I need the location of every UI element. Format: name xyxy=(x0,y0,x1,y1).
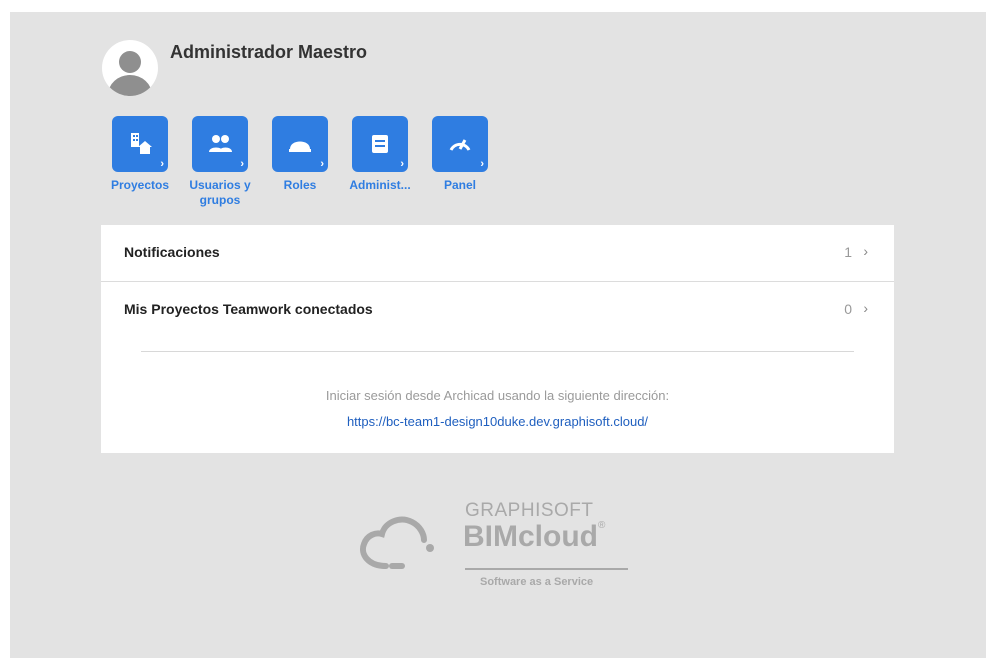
notifications-row[interactable]: Notificaciones 1 › xyxy=(101,225,894,282)
chevron-right-icon: › xyxy=(320,158,324,170)
nav-label: Panel xyxy=(443,178,476,192)
chevron-right-icon: › xyxy=(863,300,868,316)
nav-projects-tile[interactable]: › xyxy=(112,116,168,172)
nav-users-tile[interactable]: › xyxy=(192,116,248,172)
server-icon xyxy=(372,135,388,153)
row-title: Notificaciones xyxy=(124,244,220,260)
teamwork-projects-row[interactable]: Mis Proyectos Teamwork conectados 0 › xyxy=(101,282,894,338)
logo-product-name: BIMcloud xyxy=(463,520,598,553)
info-card: Notificaciones 1 › Mis Proyectos Teamwor… xyxy=(101,225,894,453)
avatar-body-shape xyxy=(108,75,152,96)
nav-roles-tile[interactable]: › xyxy=(272,116,328,172)
chevron-right-icon: › xyxy=(400,158,404,170)
nav-label: Usuarios y grupos xyxy=(189,178,251,207)
gauge-icon xyxy=(449,139,471,151)
cloud-icon xyxy=(360,516,434,569)
notifications-count: 1 xyxy=(844,244,852,260)
logo-product: BIMcloud® xyxy=(463,520,605,554)
chevron-right-icon: › xyxy=(480,158,484,170)
user-name: Administrador Maestro xyxy=(170,42,368,62)
nav-admin[interactable]: › Administ... xyxy=(340,116,420,193)
nav-admin-tile[interactable]: › xyxy=(352,116,408,172)
buildings-icon xyxy=(131,133,152,154)
users-icon xyxy=(209,135,232,152)
avatar-head-shape xyxy=(119,51,141,73)
bimcloud-logo: GRAPHISOFT BIMcloud® Software as a Servi… xyxy=(352,500,652,600)
chevron-right-icon: › xyxy=(863,243,868,259)
nav-label: Roles xyxy=(283,178,317,192)
login-hint: Iniciar sesión desde Archicad usando la … xyxy=(325,388,670,403)
nav-users-groups[interactable]: › Usuarios y grupos xyxy=(180,116,260,208)
divider xyxy=(141,351,854,352)
logo-brand: GRAPHISOFT xyxy=(465,500,594,521)
nav-label: Proyectos xyxy=(110,178,170,192)
nav-label: Administ... xyxy=(349,178,411,192)
nav-dashboard-tile[interactable]: › xyxy=(432,116,488,172)
chevron-right-icon: › xyxy=(240,158,244,170)
chevron-right-icon: › xyxy=(160,158,164,170)
nav-roles[interactable]: › Roles xyxy=(260,116,340,193)
logo-tagline: Software as a Service xyxy=(480,576,594,588)
nav-dashboard[interactable]: › Panel xyxy=(420,116,500,193)
server-url-link[interactable]: https://bc-team1-design10duke.dev.graphi… xyxy=(101,414,894,429)
nav-projects[interactable]: › Proyectos xyxy=(100,116,180,193)
main-panel: Administrador Maestro › Proyectos › Usua… xyxy=(10,12,986,658)
logo-separator xyxy=(465,568,628,570)
user-avatar[interactable] xyxy=(102,40,158,96)
projects-count: 0 xyxy=(844,301,852,317)
hardhat-icon xyxy=(289,141,311,152)
registered-mark: ® xyxy=(598,520,606,531)
row-title: Mis Proyectos Teamwork conectados xyxy=(124,301,373,317)
